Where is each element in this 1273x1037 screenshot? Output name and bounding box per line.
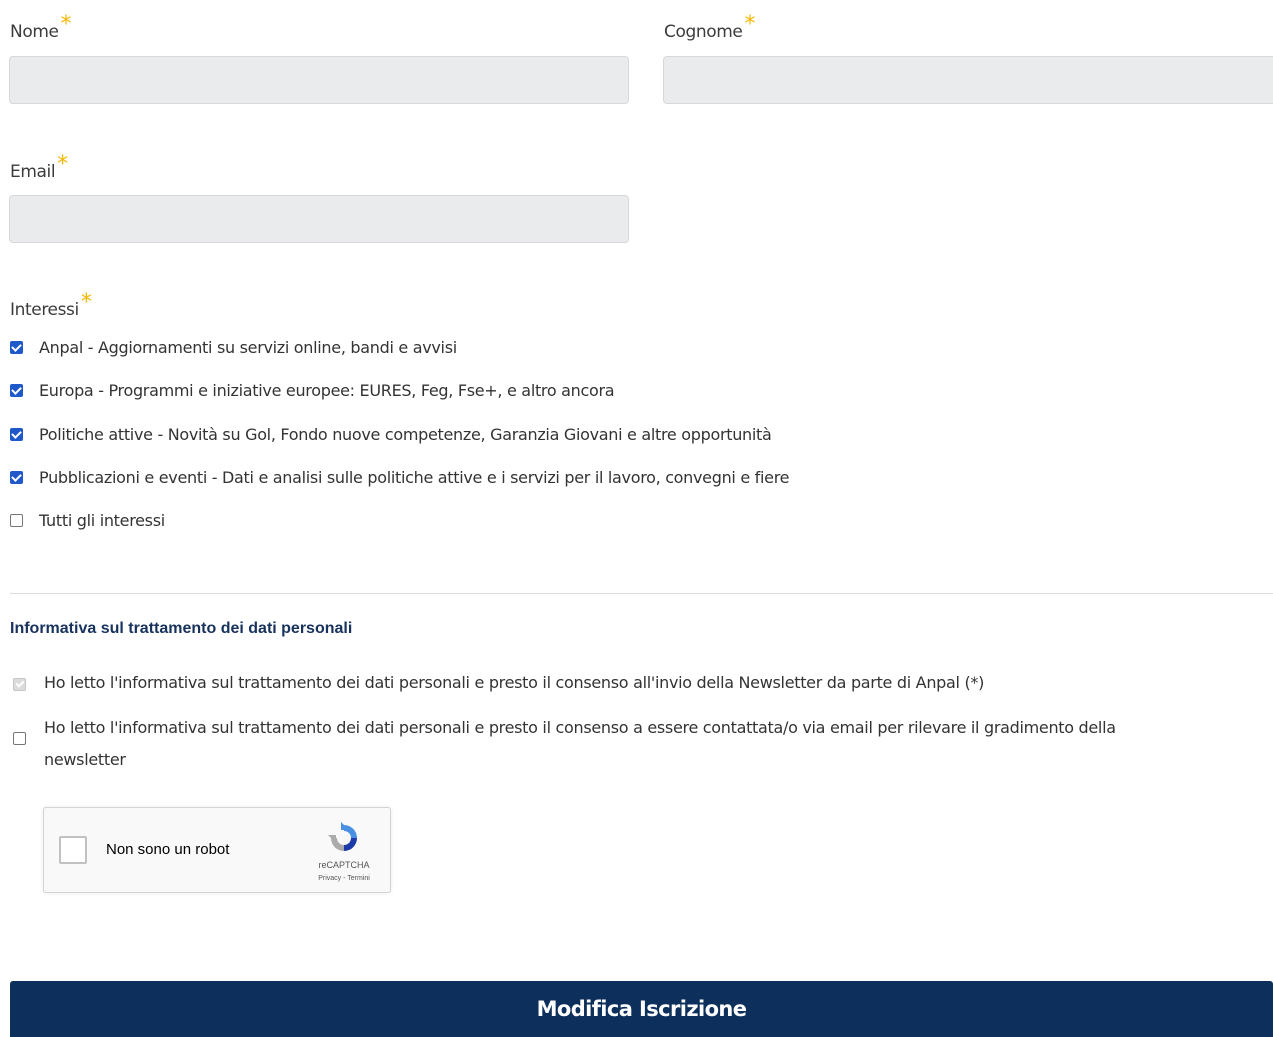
recaptcha-label: Non sono un robot [106,841,230,858]
consent-survey-label[interactable]: Ho letto l'informativa sul trattamento d… [44,712,1116,776]
email-input[interactable] [9,195,629,243]
nome-input[interactable] [9,56,629,104]
email-label: Email* [10,152,68,182]
consent-survey-checkbox[interactable] [13,732,26,745]
checkbox-checked[interactable] [10,428,23,441]
cognome-label: Cognome* [664,12,756,42]
recaptcha-logo-icon [328,822,357,851]
recaptcha-checkbox[interactable] [59,836,87,864]
interest-pubblicazioni-eventi[interactable]: Pubblicazioni e eventi - Dati e analisi … [10,468,789,487]
consent-newsletter-checkbox [13,678,26,691]
interest-politiche-attive[interactable]: Politiche attive - Novità su Gol, Fondo … [10,425,772,444]
interest-tutti[interactable]: Tutti gli interessi [10,511,165,530]
recaptcha-privacy-link[interactable]: Privacy [318,875,341,882]
checkbox-unchecked[interactable] [10,514,23,527]
interessi-label: Interessi* [10,290,92,320]
privacy-section-title: Informativa sul trattamento dei dati per… [10,620,353,637]
recaptcha-widget: Non sono un robot reCAPTCHA Privacy - Te… [43,807,391,893]
consent-newsletter-label: Ho letto l'informativa sul trattamento d… [44,673,985,692]
cognome-input[interactable] [663,56,1273,104]
recaptcha-links: Privacy - Termini [318,875,370,882]
required-star-icon: * [60,12,72,37]
checkbox-checked[interactable] [10,341,23,354]
recaptcha-terms-link[interactable]: Termini [347,875,370,882]
subscription-form: Nome* Cognome* Email* Interessi* Anpal -… [0,0,1273,1037]
checkbox-checked[interactable] [10,471,23,484]
nome-label: Nome* [10,12,72,42]
recaptcha-brand: reCAPTCHA [318,860,370,870]
required-star-icon: * [80,290,92,315]
modifica-iscrizione-button[interactable]: Modifica Iscrizione [10,981,1273,1037]
interest-europa[interactable]: Europa - Programmi e iniziative europee:… [10,381,615,400]
required-star-icon: * [744,12,756,37]
section-divider [10,593,1273,594]
interest-anpal[interactable]: Anpal - Aggiornamenti su servizi online,… [10,338,457,357]
checkbox-checked[interactable] [10,384,23,397]
required-star-icon: * [57,152,68,177]
